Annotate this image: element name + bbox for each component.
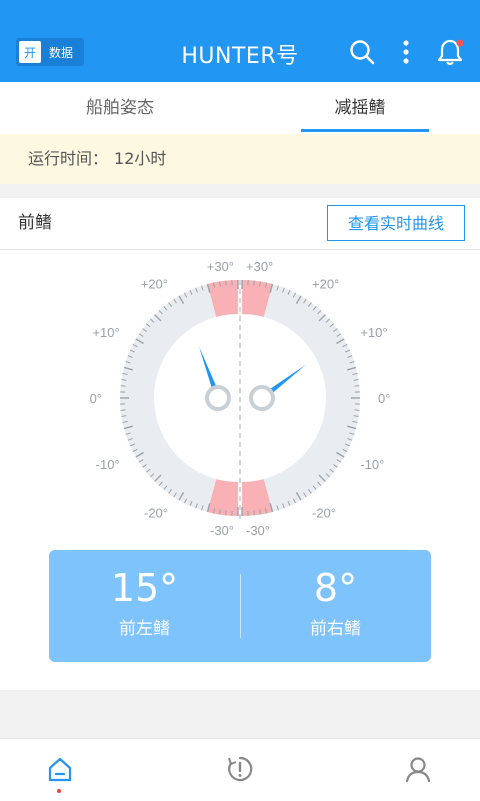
active-tab-indicator [301,129,429,132]
bell-icon[interactable] [436,38,464,66]
right-fin-angle: 8° [240,566,431,610]
right-scale-label: -20° [312,505,336,520]
right-scale-label: +20° [312,277,339,292]
right-tick [354,410,359,411]
tab-bar: 船舶姿态 减摇鳍 [0,82,480,135]
right-scale-label: -10° [360,457,384,472]
left-tick [121,386,126,387]
left-fin-label: 前左鳍 [49,618,240,640]
right-tick [354,386,359,387]
data-toggle[interactable]: 开 数据 [16,38,84,66]
left-fin-readout: 15° 前左鳍 [49,550,240,662]
right-needle-hub [251,387,273,409]
search-icon[interactable] [348,38,376,66]
toggle-on-label: 开 [19,41,41,63]
fin-readout-panel: 15° 前左鳍 8° 前右鳍 [49,550,431,662]
right-fin-label: 前右鳍 [240,618,431,640]
tab-stabilizer-fin[interactable]: 减摇鳍 [240,82,480,134]
right-scale-label: -30° [246,523,270,538]
left-tick [121,410,126,411]
right-tick [254,510,255,515]
fin-angle-gauges: +30° +20° +10° 0° -10° -20° -30° +30° +20° +10° 0°… [0,250,480,550]
run-time-value: 12小时 [114,149,166,168]
left-tick [226,281,227,286]
tab-ship-attitude[interactable]: 船舶姿态 [0,82,240,134]
run-time-label: 运行时间： [28,149,108,168]
card-header: 前鳍 查看实时曲线 [0,198,480,250]
right-scale-label: +10° [360,325,387,340]
app-header: 开 数据 HUNTER号 [0,0,480,82]
left-scale-label: +10° [92,325,119,340]
left-scale-label: +20° [141,277,168,292]
left-scale-label: -20° [144,505,168,520]
right-scale-label: 0° [378,391,390,406]
right-fin-readout: 8° 前右鳍 [240,550,431,662]
notification-dot [457,40,464,47]
user-icon[interactable] [404,755,432,783]
view-realtime-curve-button[interactable]: 查看实时曲线 [327,205,465,241]
home-icon[interactable] [46,755,74,783]
run-time-bar: 运行时间： 12小时 [0,134,480,184]
right-scale-label: +30° [246,259,273,274]
alert-clock-icon[interactable] [226,755,254,783]
left-scale-label: -30° [210,523,234,538]
left-tick [226,510,227,515]
section-title: 前鳍 [18,198,52,249]
bottom-nav [0,738,480,801]
home-active-dot [57,789,61,793]
right-tick [254,281,255,286]
front-fin-card: 前鳍 查看实时曲线 +30°+20°+10°0°-10°-20°-30°+30°… [0,198,480,690]
left-needle-hub [207,387,229,409]
more-vert-icon[interactable] [392,38,420,66]
left-scale-label: +30° [207,259,234,274]
toggle-text: 数据 [49,44,73,61]
left-scale-label: 0° [90,391,102,406]
left-scale-label: -10° [96,457,120,472]
left-fin-angle: 15° [49,566,240,610]
